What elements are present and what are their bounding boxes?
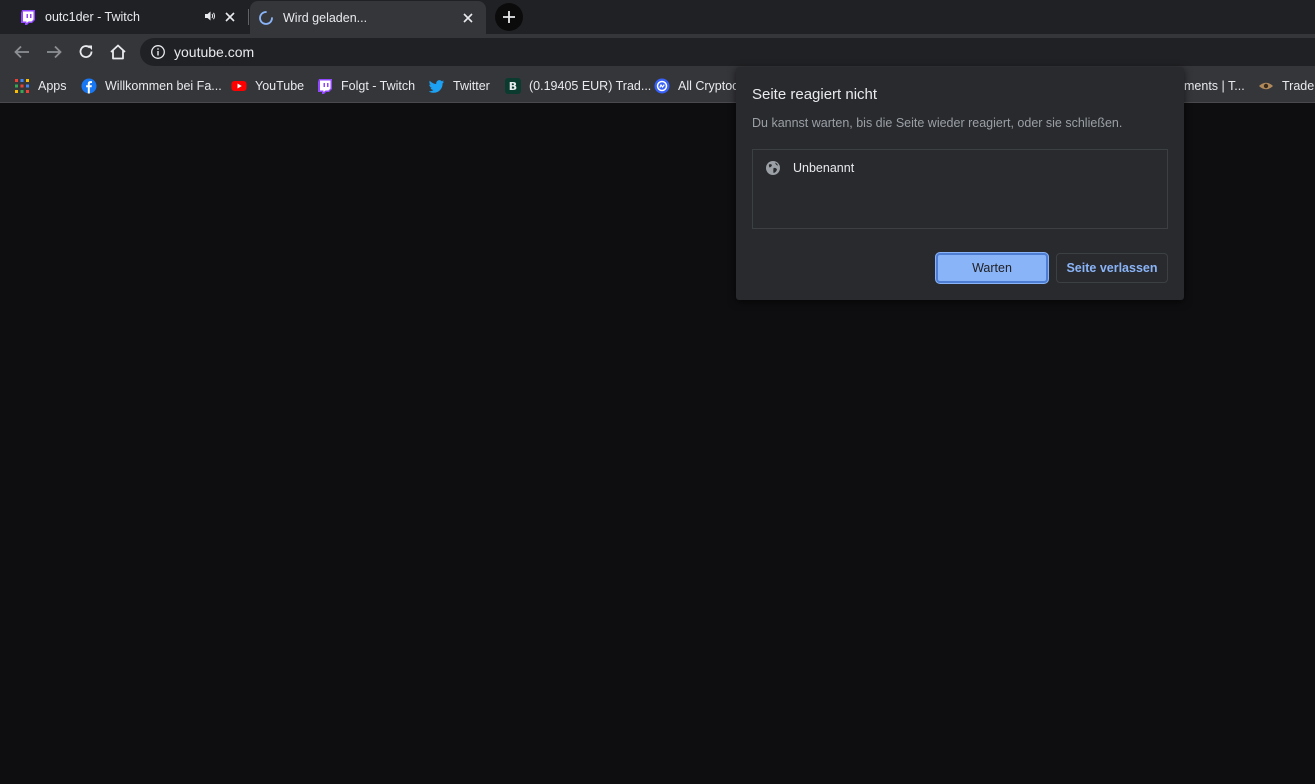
twitch-icon xyxy=(318,79,332,94)
bookmark-label: Trade xyxy=(1282,79,1315,93)
bookmark-trade2[interactable]: Trade xyxy=(1258,70,1314,102)
new-tab-button[interactable] xyxy=(495,3,523,31)
reload-button[interactable] xyxy=(75,41,97,63)
youtube-icon xyxy=(231,81,247,91)
wait-button[interactable]: Warten xyxy=(936,253,1048,283)
bookmark-label: Willkommen bei Fa... xyxy=(105,79,222,93)
bookmark-twitter[interactable]: Twitter xyxy=(429,70,490,102)
twitter-icon xyxy=(429,80,444,93)
tab-twitch[interactable]: outc1der - Twitch xyxy=(0,0,248,34)
tab-title: outc1der - Twitch xyxy=(45,10,140,24)
eye-icon xyxy=(1259,82,1273,90)
arrow-right-icon xyxy=(47,45,62,59)
facebook-icon xyxy=(81,78,97,94)
info-icon[interactable] xyxy=(150,44,166,60)
loading-spinner-icon xyxy=(259,10,273,25)
apps-grid-icon xyxy=(15,79,29,93)
bookmark-apps[interactable]: Apps xyxy=(14,70,67,102)
tab-title: Wird geladen... xyxy=(283,10,368,25)
twitch-icon xyxy=(21,10,35,25)
tab-strip: outc1der - Twitch Wird geladen... xyxy=(0,0,1315,34)
home-icon xyxy=(110,44,126,60)
dialog-message: Du kannst warten, bis die Seite wieder r… xyxy=(752,116,1123,130)
bookmark-trade[interactable]: B (0.19405 EUR) Trad... xyxy=(505,70,651,102)
back-button[interactable] xyxy=(11,41,33,63)
dialog-title: Seite reagiert nicht xyxy=(752,86,878,103)
tab-loading[interactable]: Wird geladen... xyxy=(250,1,486,34)
globe-icon xyxy=(766,161,780,175)
bookmark-label: All Cryptoc xyxy=(678,79,739,93)
bookmark-label: Folgt - Twitch xyxy=(341,79,416,93)
close-tab-icon[interactable] xyxy=(460,10,476,26)
toolbar: youtube.com xyxy=(0,34,1315,70)
bookmark-facebook[interactable]: Willkommen bei Fa... xyxy=(81,70,222,102)
crypto-icon xyxy=(654,78,670,94)
b-logo-icon: B xyxy=(505,78,521,94)
page-name: Unbenannt xyxy=(793,161,855,175)
close-tab-icon[interactable] xyxy=(222,9,238,25)
bookmark-ments[interactable]: ments | T... xyxy=(1184,70,1245,102)
svg-text:B: B xyxy=(509,80,517,93)
arrow-left-icon xyxy=(14,45,29,59)
page-unresponsive-dialog: Seite reagiert nicht Du kannst warten, b… xyxy=(736,67,1184,300)
tab-separator xyxy=(248,9,249,25)
address-bar[interactable]: youtube.com xyxy=(140,38,1315,66)
bookmark-youtube[interactable]: YouTube xyxy=(231,70,304,102)
reload-icon xyxy=(79,45,93,58)
bookmark-label: Apps xyxy=(38,79,67,93)
bookmark-label: (0.19405 EUR) Trad... xyxy=(529,79,652,93)
speaker-icon[interactable] xyxy=(204,10,216,22)
home-button[interactable] xyxy=(107,41,129,63)
bookmark-label: ments | T... xyxy=(1184,79,1245,93)
list-item: Unbenannt xyxy=(765,160,854,176)
url-text: youtube.com xyxy=(174,44,255,60)
unresponsive-pages-list: Unbenannt xyxy=(752,149,1168,229)
bookmark-label: YouTube xyxy=(255,79,305,93)
bookmark-label: Twitter xyxy=(453,79,490,93)
plus-icon xyxy=(503,11,515,23)
forward-button[interactable] xyxy=(43,41,65,63)
bookmark-twitch[interactable]: Folgt - Twitch xyxy=(317,70,415,102)
bookmark-crypto[interactable]: All Cryptoc xyxy=(654,70,738,102)
leave-page-button[interactable]: Seite verlassen xyxy=(1056,253,1168,283)
